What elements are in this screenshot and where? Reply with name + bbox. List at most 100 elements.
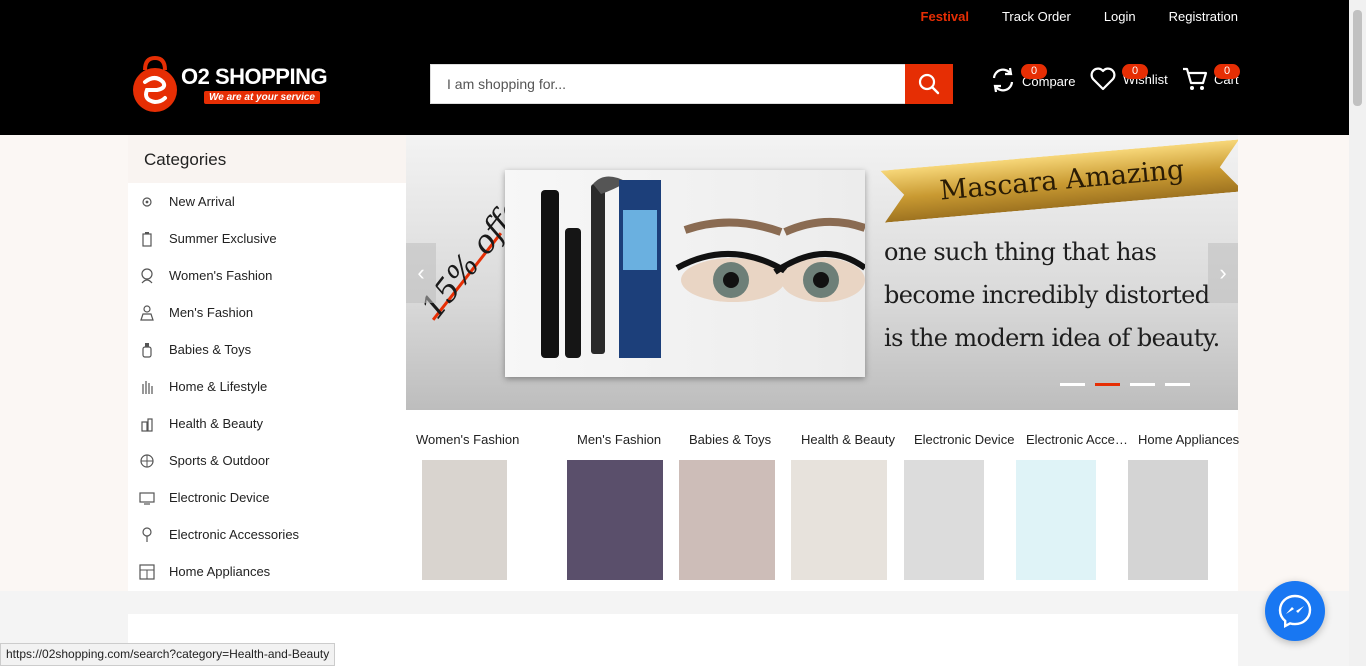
featured-category-image (679, 460, 775, 580)
sports-icon (139, 453, 155, 469)
search-bar (430, 64, 953, 104)
wishlist-button[interactable]: Wishlist 0 (1089, 64, 1168, 92)
featured-category-image (791, 460, 887, 580)
category-item-sports-outdoor[interactable]: Sports & Outdoor (128, 442, 406, 479)
appliance-icon (139, 563, 155, 580)
login-link[interactable]: Login (1104, 9, 1136, 24)
slider-dots (1060, 383, 1190, 386)
category-item-label: Women's Fashion (169, 268, 273, 283)
cart-icon (1183, 67, 1208, 90)
mascara-product-image (505, 170, 867, 377)
category-item-women-s-fashion[interactable]: Women's Fashion (128, 257, 406, 294)
category-item-label: Electronic Device (169, 490, 270, 505)
featured-category-label: Electronic Device (914, 432, 1015, 447)
category-item-summer-exclusive[interactable]: Summer Exclusive (128, 220, 406, 257)
category-item-label: New Arrival (169, 194, 235, 209)
compare-icon (992, 67, 1014, 93)
category-item-label: Home Appliances (169, 564, 271, 579)
category-item-label: Home & Lifestyle (169, 379, 268, 394)
category-item-label: Babies & Toys (169, 342, 252, 357)
categories-title: Categories (128, 135, 406, 183)
baby-bottle-icon (139, 342, 155, 358)
shopping-bag-logo-icon (133, 55, 177, 112)
slider-dot-2[interactable] (1095, 383, 1120, 386)
men-icon (139, 304, 155, 321)
site-logo[interactable]: O2 SHOPPING We are at your service (131, 55, 349, 114)
wishlist-count-badge: 0 (1122, 64, 1148, 79)
hand-icon (139, 379, 155, 395)
category-item-health-beauty[interactable]: Health & Beauty (128, 405, 406, 442)
category-item-babies-toys[interactable]: Babies & Toys (128, 331, 406, 368)
featured-category-electronic-device[interactable]: Electronic Device (904, 432, 1019, 580)
categories-list: New Arrival Summer Exclusive Women's Fashi… (128, 183, 406, 590)
slider-dot-3[interactable] (1130, 383, 1155, 386)
slide-headline: one such thing that has become incredibl… (884, 238, 1220, 352)
category-item-men-s-fashion[interactable]: Men's Fashion (128, 294, 406, 331)
cart-button[interactable]: Cart 0 (1182, 64, 1240, 92)
heart-icon (1090, 67, 1116, 91)
messenger-icon (1278, 594, 1312, 628)
search-button[interactable] (905, 64, 953, 104)
track-order-link[interactable]: Track Order (1002, 9, 1071, 24)
compare-button[interactable]: Compare 0 (990, 64, 1075, 94)
categories-panel: Categories New Arrival Summer Exclusive Wo… (128, 135, 406, 591)
featured-category-label: Home Appliances (1138, 432, 1240, 447)
featured-category-home-appliances[interactable]: Home Appliances (1128, 432, 1243, 580)
featured-category-image (422, 460, 507, 580)
featured-category-men-s-fashion[interactable]: Men's Fashion (567, 432, 682, 580)
beauty-icon (139, 416, 155, 432)
scrollbar-thumb[interactable] (1353, 10, 1362, 106)
featured-category-image (1016, 460, 1096, 580)
featured-category-image (1128, 460, 1208, 580)
accessory-icon (139, 526, 155, 543)
women-icon (139, 267, 155, 284)
category-item-new-arrival[interactable]: New Arrival (128, 183, 406, 220)
new-arrival-icon (139, 194, 155, 210)
featured-category-label: Babies & Toys (689, 432, 772, 447)
category-item-label: Men's Fashion (169, 305, 254, 320)
hero-slider: 15% offer Mascara Amazing one such thing… (406, 135, 1238, 410)
category-item-electronic-device[interactable]: Electronic Device (128, 479, 406, 516)
featured-category-label: Women's Fashion (416, 432, 520, 447)
link-status-bar: https://02shopping.com/search?category=H… (0, 643, 336, 666)
mascara-eyes-illustration (541, 176, 867, 358)
featured-category-electronic-accessories[interactable]: Electronic Accessories (1016, 432, 1131, 580)
chevron-right-icon: › (1219, 260, 1227, 285)
registration-link[interactable]: Registration (1169, 9, 1238, 24)
device-icon (139, 490, 155, 506)
top-links: Festival Track Order Login Registration (888, 9, 1238, 24)
category-item-electronic-accessories[interactable]: Electronic Accessories (128, 516, 406, 553)
cart-count-badge: 0 (1214, 64, 1240, 79)
featured-categories: Women's Fashion Men's Fashion Babies & Toy… (406, 410, 1239, 591)
search-icon (918, 73, 940, 95)
search-input[interactable] (430, 64, 905, 104)
festival-link[interactable]: Festival (921, 9, 969, 24)
slide-ribbon: Mascara Amazing (880, 139, 1238, 222)
site-header: Festival Track Order Login Registration … (0, 0, 1349, 135)
featured-category-image (567, 460, 663, 580)
featured-category-health-beauty[interactable]: Health & Beauty (791, 432, 906, 580)
featured-category-label: Health & Beauty (801, 432, 895, 447)
slider-next-button[interactable]: › (1208, 243, 1238, 303)
featured-category-image (904, 460, 984, 580)
featured-category-women-s-fashion[interactable]: Women's Fashion (416, 432, 521, 580)
category-item-home-appliances[interactable]: Home Appliances (128, 553, 406, 590)
slider-dot-1[interactable] (1060, 383, 1085, 386)
compare-count-badge: 0 (1021, 64, 1047, 79)
page-scrollbar[interactable] (1349, 0, 1366, 666)
summer-icon (139, 231, 155, 247)
category-item-label: Sports & Outdoor (169, 453, 270, 468)
messenger-chat-button[interactable] (1265, 581, 1325, 641)
featured-category-babies-toys[interactable]: Babies & Toys (679, 432, 794, 580)
category-item-label: Summer Exclusive (169, 231, 277, 246)
featured-category-label: Electronic Accessories (1026, 432, 1131, 447)
featured-category-label: Men's Fashion (577, 432, 662, 447)
category-item-home-lifestyle[interactable]: Home & Lifestyle (128, 368, 406, 405)
logo-name: O2 SHOPPING (181, 64, 328, 89)
slider-prev-button[interactable]: ‹ (406, 243, 436, 303)
category-item-label: Health & Beauty (169, 416, 263, 431)
slider-dot-4[interactable] (1165, 383, 1190, 386)
logo-tagline: We are at your service (204, 91, 320, 104)
chevron-left-icon: ‹ (417, 260, 425, 285)
category-item-label: Electronic Accessories (169, 527, 300, 542)
